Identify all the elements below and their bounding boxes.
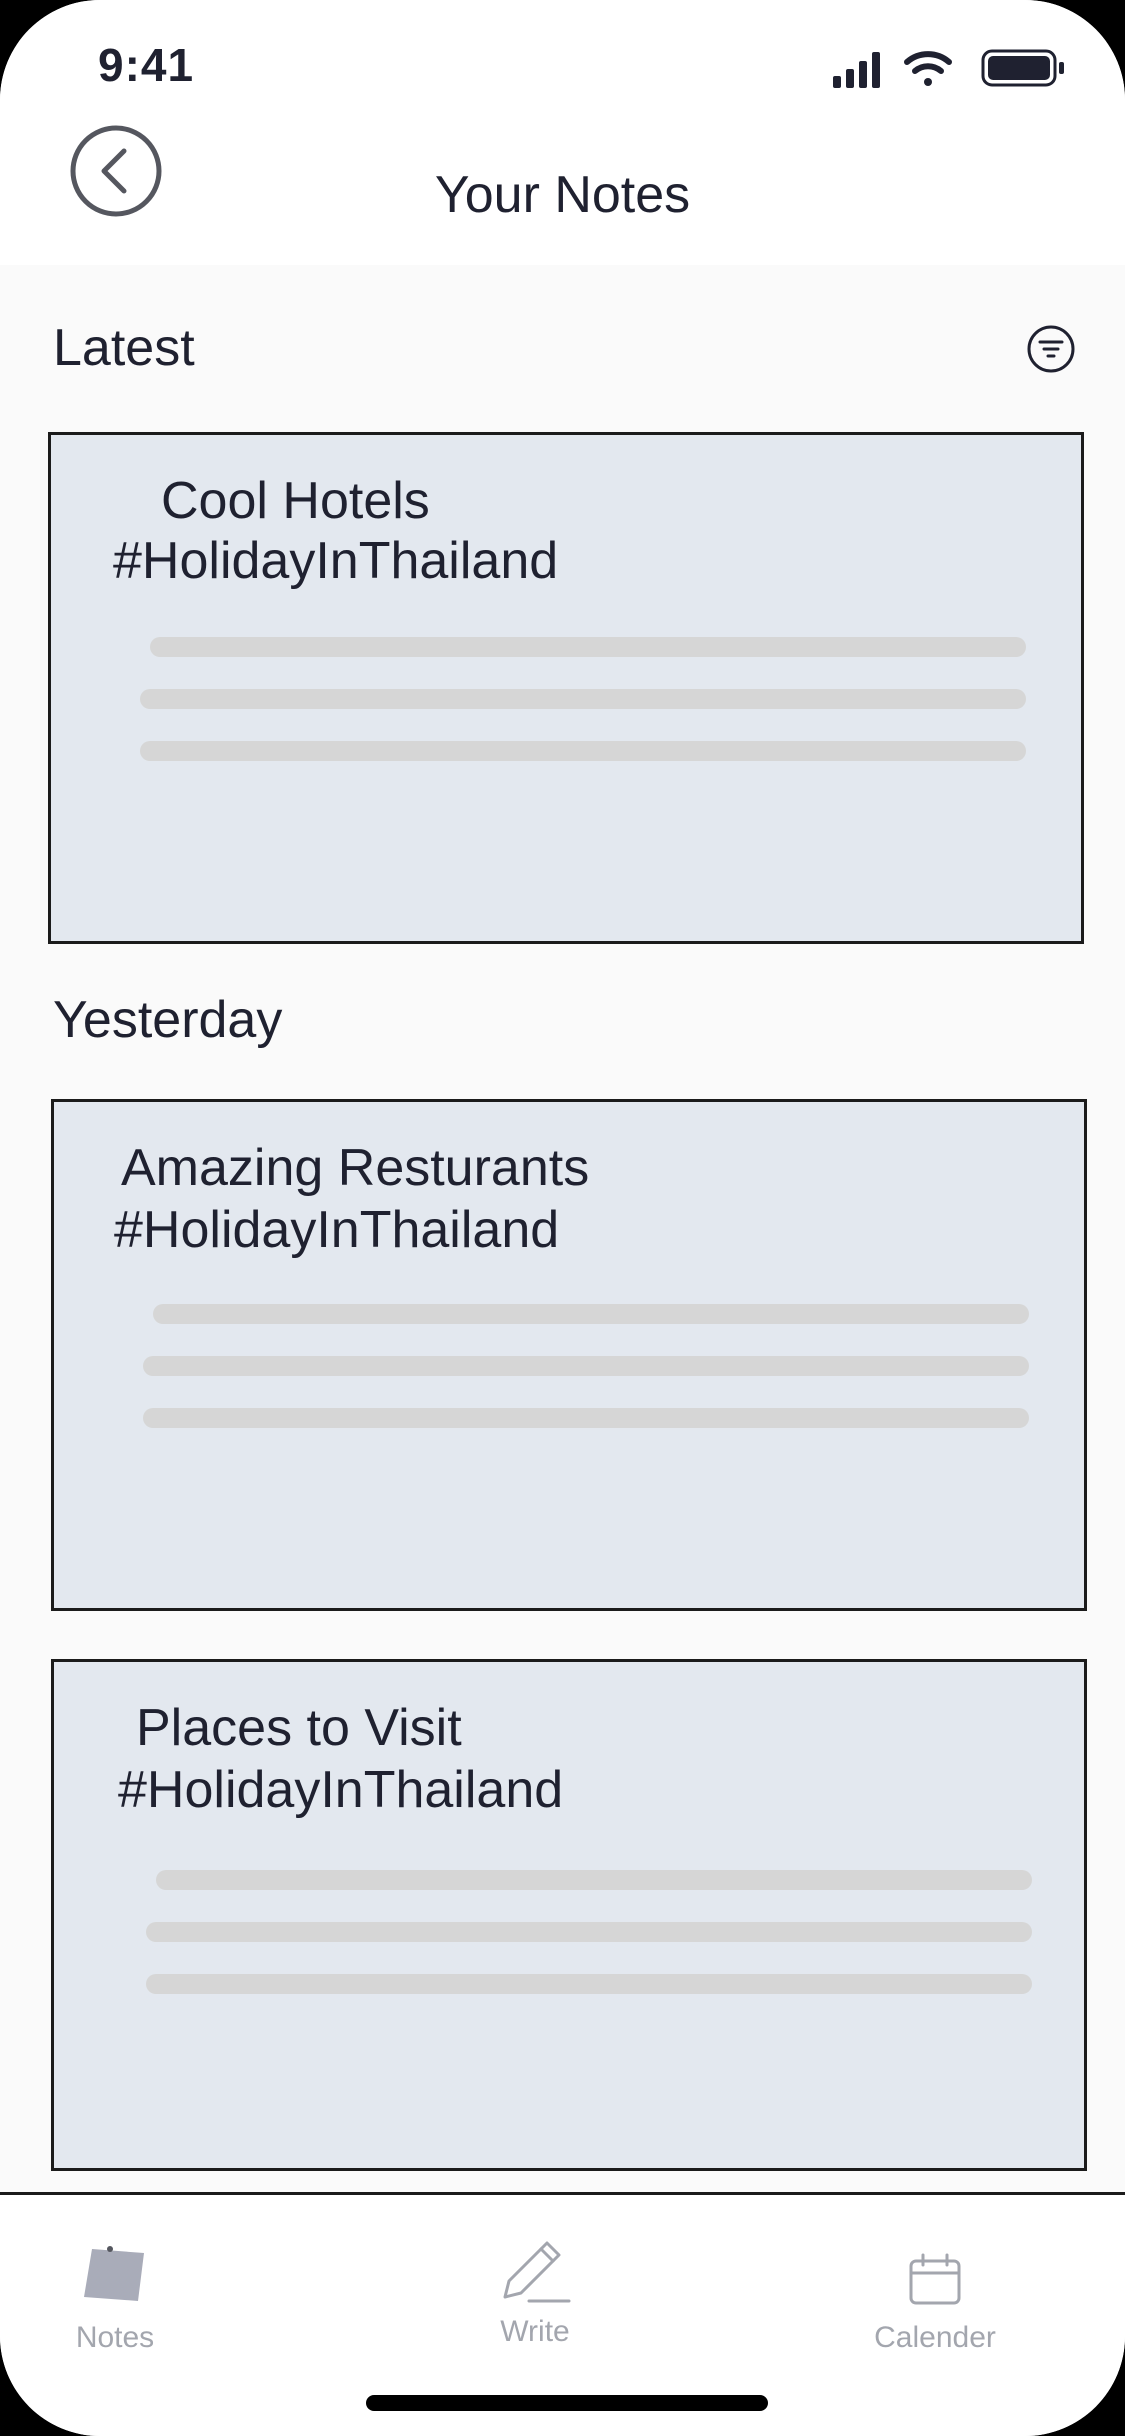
note-tag: #HolidayInThailand — [114, 1201, 560, 1259]
placeholder-line — [156, 1870, 1032, 1890]
placeholder-line — [153, 1304, 1029, 1324]
note-card-amazing-resturants[interactable]: Amazing Resturants #HolidayInThailand — [51, 1099, 1087, 1611]
note-card-places-to-visit[interactable]: Places to Visit #HolidayInThailand — [51, 1659, 1087, 2171]
status-icons — [833, 49, 1064, 88]
note-icon — [84, 2246, 144, 2301]
calendar-icon — [909, 2253, 961, 2305]
tab-calender[interactable]: Calender — [860, 2253, 1010, 2355]
pen-icon — [503, 2241, 571, 2303]
placeholder-line — [146, 1974, 1032, 1994]
top-bar: 9:41 Your Notes — [0, 0, 1125, 265]
note-tag: #HolidayInThailand — [113, 532, 559, 590]
home-indicator — [366, 2395, 768, 2411]
note-title: Cool Hotels — [161, 472, 430, 530]
tab-label-write: Write — [500, 2315, 570, 2348]
placeholder-line — [143, 1356, 1029, 1376]
note-card-cool-hotels[interactable]: Cool Hotels #HolidayInThailand — [48, 432, 1084, 944]
placeholder-line — [146, 1922, 1032, 1942]
note-title: Amazing Resturants — [121, 1139, 590, 1197]
phone-screen: 9:41 Your Notes Latest Cool Hotels #Holi… — [0, 0, 1125, 2436]
tab-label-calender: Calender — [874, 2321, 996, 2354]
tab-write[interactable]: Write — [480, 2235, 590, 2349]
tab-label-notes: Notes — [75, 2321, 155, 2354]
battery-icon — [981, 49, 1064, 87]
page-title: Your Notes — [434, 166, 691, 224]
note-tag: #HolidayInThailand — [118, 1761, 564, 1819]
placeholder-line — [140, 689, 1026, 709]
section-label-latest: Latest — [53, 319, 195, 377]
signal-icon — [833, 52, 880, 88]
tab-notes[interactable]: Notes — [60, 2243, 170, 2355]
status-time: 9:41 — [98, 39, 195, 91]
wifi-icon — [904, 51, 952, 86]
placeholder-line — [140, 741, 1026, 761]
placeholder-line — [150, 637, 1026, 657]
filter-button[interactable] — [1026, 324, 1076, 374]
note-title: Places to Visit — [136, 1699, 462, 1757]
section-label-yesterday: Yesterday — [53, 991, 283, 1049]
placeholder-line — [143, 1408, 1029, 1428]
filter-icon — [1027, 325, 1075, 373]
